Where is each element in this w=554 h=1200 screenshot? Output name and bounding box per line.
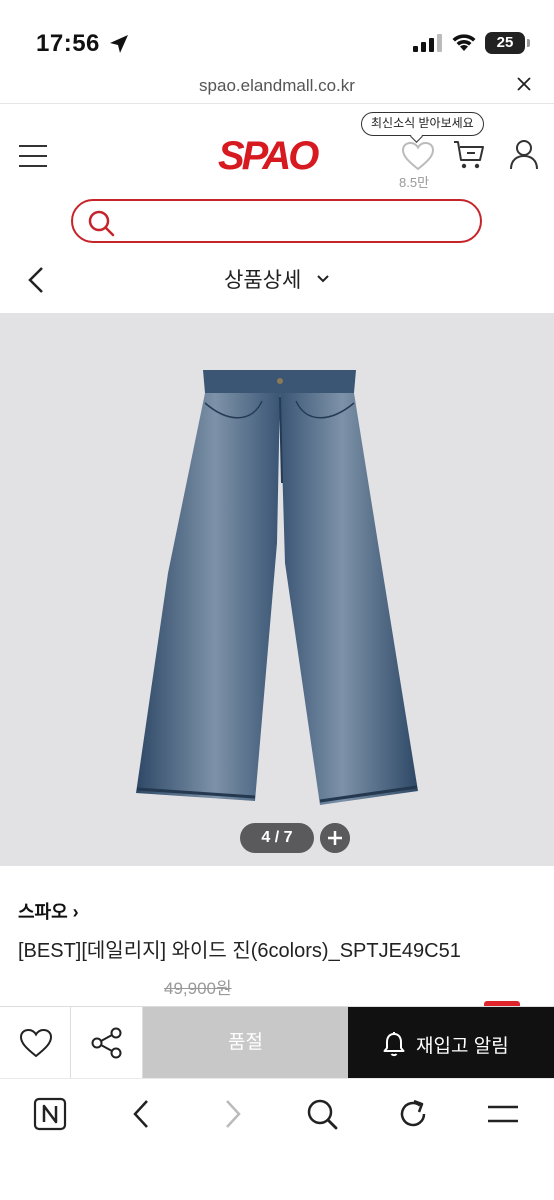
heart-icon xyxy=(19,1028,53,1058)
plus-icon[interactable] xyxy=(320,823,350,853)
cart-icon[interactable] xyxy=(452,138,486,170)
browser-search-icon[interactable] xyxy=(305,1097,339,1131)
wishlist-button[interactable] xyxy=(0,1007,71,1079)
menu-icon[interactable] xyxy=(18,144,48,168)
wifi-icon xyxy=(452,34,476,51)
bottom-action-bar: 품절 재입고 알림 xyxy=(0,1006,554,1079)
search-box[interactable] xyxy=(71,199,482,243)
location-arrow-icon xyxy=(110,35,128,53)
refresh-icon[interactable] xyxy=(396,1097,430,1131)
browser-forward-icon[interactable] xyxy=(215,1097,249,1131)
naver-home-icon[interactable] xyxy=(33,1097,67,1131)
brand-link[interactable]: 스파오 › xyxy=(18,898,79,924)
share-button[interactable] xyxy=(71,1007,143,1079)
sub-navigation: 상품상세 xyxy=(0,252,554,308)
user-icon[interactable] xyxy=(508,138,540,170)
back-icon[interactable] xyxy=(26,266,46,294)
news-tooltip[interactable]: 최신소식 받아보세요 xyxy=(361,112,484,136)
browser-menu-icon[interactable] xyxy=(486,1097,520,1131)
url-bar[interactable]: spao.elandmall.co.kr xyxy=(0,70,554,104)
battery-indicator: 25 xyxy=(485,32,530,54)
product-name: [BEST][데일리지] 와이드 진(6colors)_SPTJE49C51 xyxy=(18,940,461,962)
restock-label: 재입고 알림 xyxy=(416,1036,509,1057)
restock-alert-button[interactable]: 재입고 알림 xyxy=(348,1007,554,1079)
original-price: 49,900원 xyxy=(164,979,232,998)
close-icon[interactable] xyxy=(516,76,532,92)
heart-icon[interactable] xyxy=(400,140,436,172)
status-time: 17:56 xyxy=(36,30,100,57)
page-title[interactable]: 상품상세 xyxy=(224,264,301,294)
product-image-gallery[interactable]: 4 / 7 xyxy=(0,313,554,866)
browser-toolbar xyxy=(0,1078,554,1200)
image-counter: 4 / 7 xyxy=(240,823,314,853)
site-header: SPAO 최신소식 받아보세요 8.5만 xyxy=(0,104,554,198)
share-icon xyxy=(91,1027,122,1059)
wish-count: 8.5만 xyxy=(399,175,430,190)
signal-icon xyxy=(413,34,442,52)
chevron-down-icon[interactable] xyxy=(316,272,330,286)
search-icon[interactable] xyxy=(87,209,115,237)
url-text[interactable]: spao.elandmall.co.kr xyxy=(0,76,554,96)
spao-logo[interactable]: SPAO xyxy=(218,134,319,179)
bell-icon xyxy=(383,1032,405,1057)
product-photo-jeans[interactable] xyxy=(0,313,554,866)
browser-back-icon[interactable] xyxy=(125,1097,159,1131)
status-bar: 17:56 25 xyxy=(0,0,554,70)
soldout-button[interactable]: 품절 xyxy=(143,1007,348,1079)
search-input[interactable] xyxy=(123,205,463,237)
